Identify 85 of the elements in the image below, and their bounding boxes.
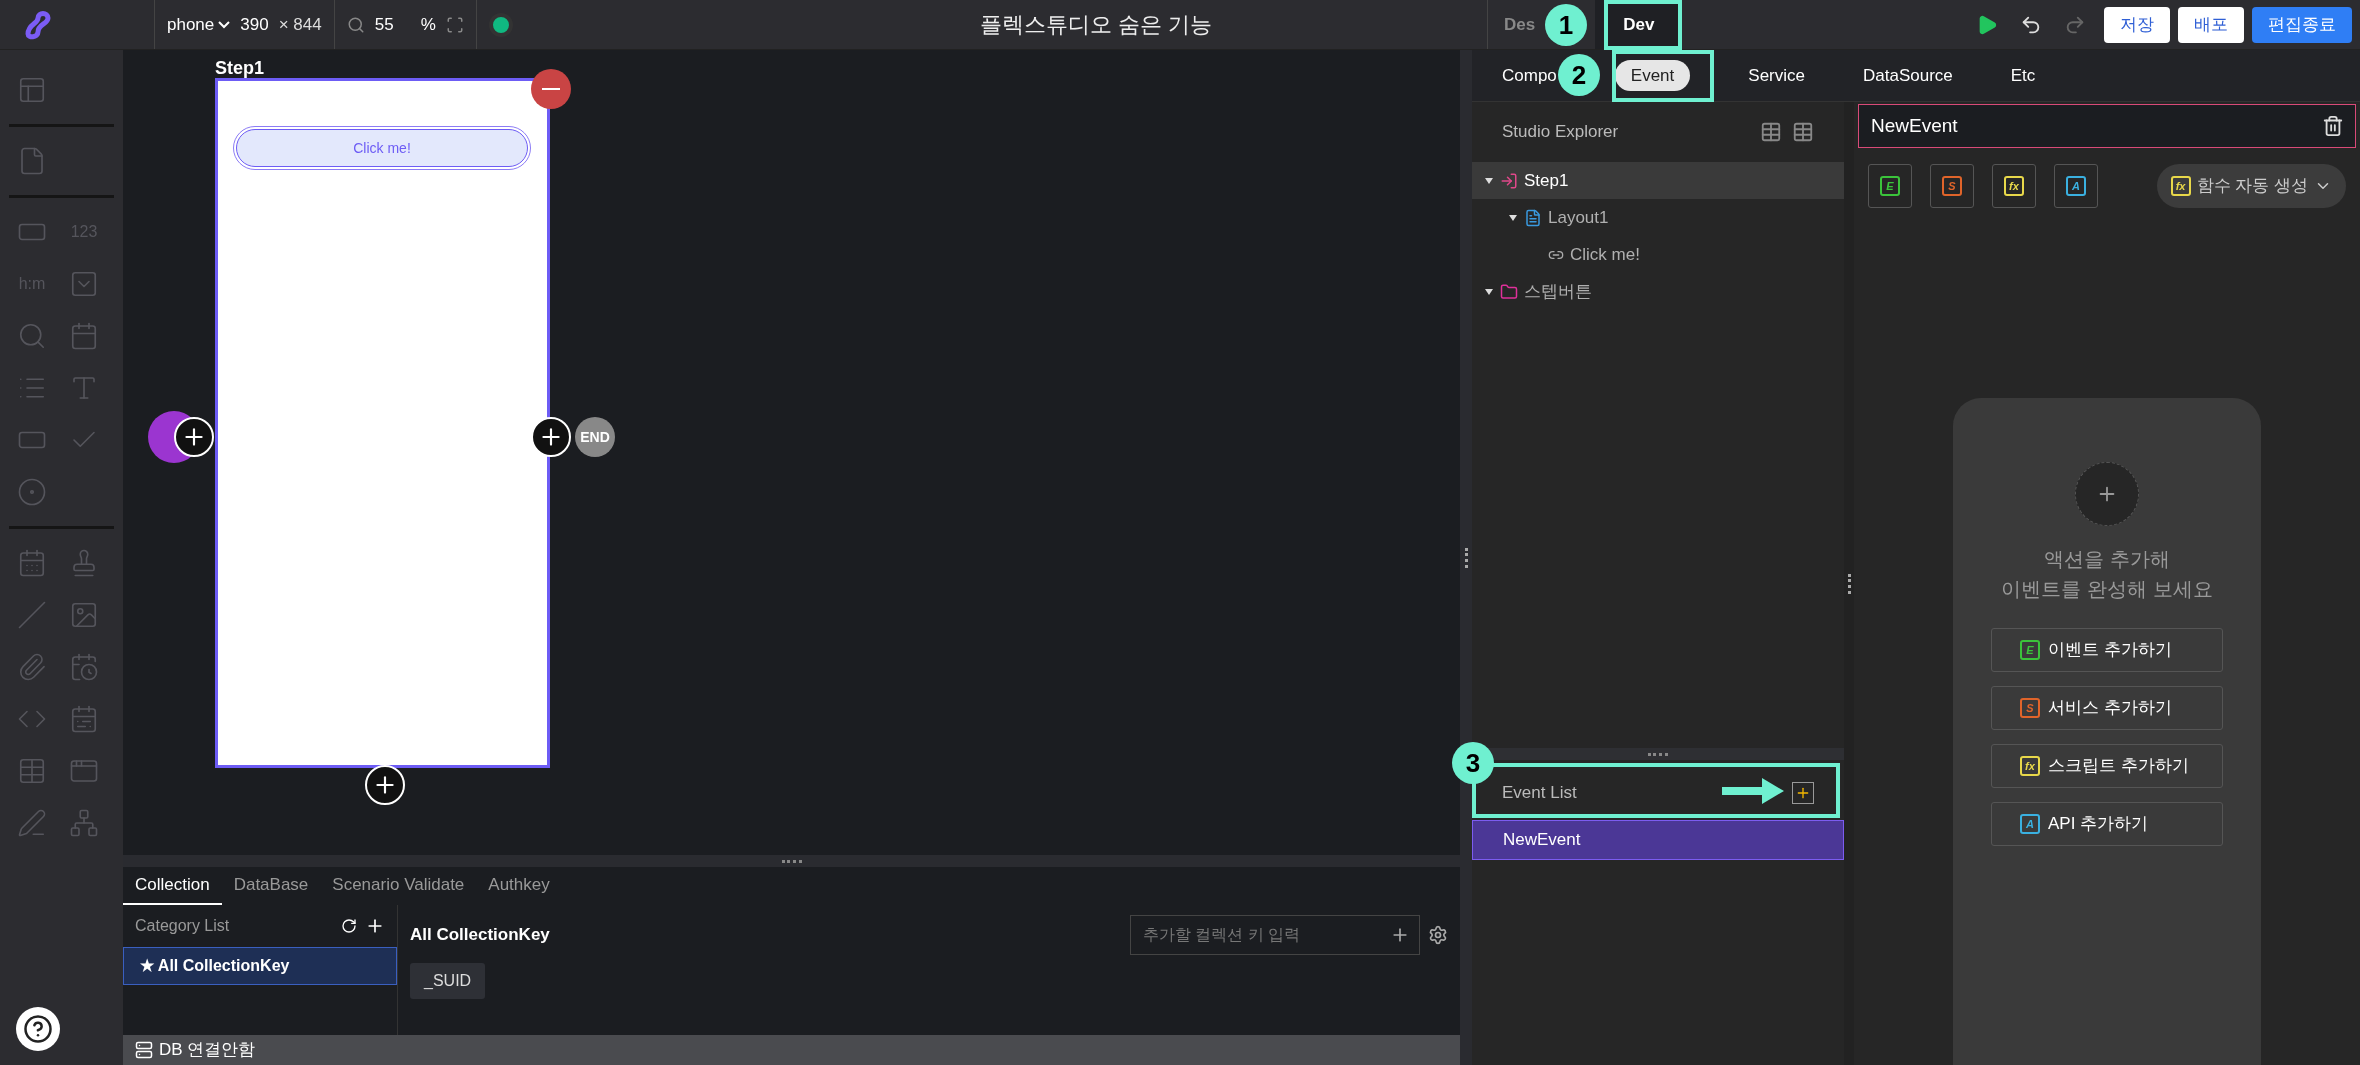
db-status: DB 연결안함 [159,1039,256,1062]
file-icon [1524,208,1542,227]
search-icon[interactable] [17,321,47,351]
event-list-title: Event List [1502,782,1577,805]
action-type-button[interactable]: S [1930,164,1974,208]
end-node: END [575,417,615,457]
add-button[interactable] [365,765,405,805]
height-value[interactable]: × 844 [278,11,322,38]
radio-icon[interactable] [17,477,47,507]
action-button[interactable]: 저장 [2104,6,2170,43]
calendar-clock-icon[interactable] [69,652,99,682]
database-icon [135,1041,153,1059]
category-item[interactable]: ★ All CollectionKey [123,947,397,985]
calendar-icon[interactable] [69,321,99,351]
fit-icon[interactable] [445,15,464,34]
panel-tab[interactable]: Compo [1502,62,1557,89]
refresh-icon[interactable] [341,918,357,934]
tree-item[interactable]: Layout1 [1472,199,1844,236]
empty-state-message: 액션을 추가해 [2044,547,2170,572]
add-action-option[interactable]: S 서비스 추가하기 [1991,686,2223,730]
plus-icon [1795,785,1811,801]
settings-icon[interactable] [1428,925,1448,945]
panel-tab[interactable]: DataSource [1863,62,1953,89]
help-button[interactable] [16,1007,60,1051]
step-label: Step1 [215,58,266,78]
add-button[interactable] [174,417,214,457]
zoom-icon [346,15,365,34]
line-icon[interactable] [17,600,47,630]
resize-handle-icon[interactable] [1648,752,1668,756]
action-type-button[interactable]: E [1868,164,1912,208]
key-input-field[interactable]: 추가할 컬렉션 키 입력 [1130,915,1420,955]
panel-tab[interactable]: Service [1748,62,1805,89]
panel-tab[interactable]: Authkey [476,871,562,905]
category-title: Category List [135,916,231,936]
panel-tab[interactable]: DataBase [221,871,321,905]
add-button[interactable] [531,417,571,457]
resize-handle-icon[interactable] [781,859,802,863]
paperclip-icon[interactable] [17,652,47,682]
arrow-icon [1722,778,1784,804]
tree-item[interactable]: Step1 [1472,162,1844,199]
delete-step-button[interactable] [531,69,571,109]
collection-title: All CollectionKey [410,924,551,947]
explorer-title: Studio Explorer [1502,121,1620,144]
caret-icon[interactable] [1508,213,1518,222]
width-value[interactable]: 390 [240,11,269,38]
pen-icon[interactable] [17,808,47,838]
chevron-down-icon [218,20,231,29]
step-number-badge: 3 [1452,742,1494,784]
panel-tab[interactable]: Event [1614,59,1691,92]
minus-icon [542,88,560,90]
collection-key-chip[interactable]: _SUID [410,963,486,999]
zoom-unit: % [420,13,436,36]
panel-tab[interactable]: Collection [123,871,222,905]
resize-handle-icon[interactable] [1847,573,1851,594]
caret-icon[interactable] [1484,176,1494,185]
add-action-option[interactable]: fx 스크립트 추가하기 [1991,744,2223,788]
add-event-button[interactable] [1792,782,1814,804]
event-item[interactable]: NewEvent [1472,820,1844,860]
resize-handle-icon[interactable] [1464,547,1468,568]
layout-icon[interactable] [17,75,47,105]
folder-icon [1500,282,1518,301]
tree-item[interactable]: Click me! [1472,236,1844,273]
zoom-value[interactable]: 55 [374,11,411,38]
empty-state-message: 이벤트를 완성해 보세요 [2001,577,2213,602]
add-action-option[interactable]: E 이벤트 추가하기 [1991,628,2223,672]
action-button[interactable]: 배포 [2178,6,2244,43]
click-me-button[interactable]: Click me! [236,129,528,167]
action-type-button[interactable]: A [2054,164,2098,208]
tree-icon[interactable] [69,808,99,838]
trash-icon[interactable] [2322,115,2344,137]
tree-item[interactable]: 스텝버튼 [1472,273,1844,310]
caret-icon[interactable] [1484,287,1494,296]
add-action-option[interactable]: A API 추가하기 [1991,802,2223,846]
device-select[interactable]: phone [167,11,231,38]
image-icon[interactable] [69,600,99,630]
auto-function-dropdown[interactable]: fx 함수 자동 생성 [2156,164,2346,208]
panel-tab[interactable]: Scenario Validate [320,871,477,905]
page-title: 플렉스튜디오 숨은 기능 [979,11,1212,39]
dropdown-icon[interactable] [69,269,99,299]
event-name-field[interactable]: NewEvent [1858,104,2356,148]
calendar-icon[interactable] [17,548,47,578]
panel-tab[interactable]: Etc [2010,62,2036,89]
action-button[interactable]: 편집종료 [2252,6,2352,43]
step-icon [1500,171,1518,190]
action-type-button[interactable]: fx [1992,164,2036,208]
